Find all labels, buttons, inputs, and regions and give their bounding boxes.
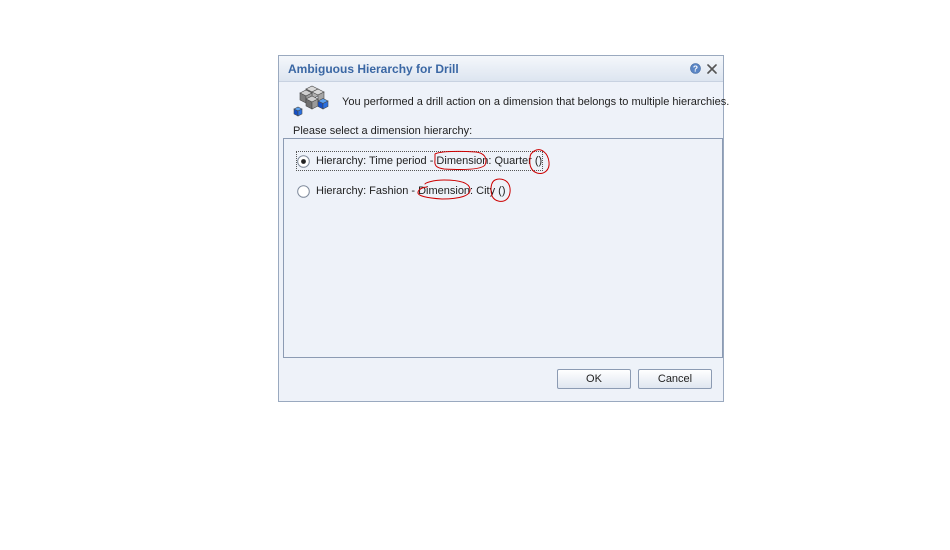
hierarchy-options-list: Hierarchy: Time period - Dimension: Quar… xyxy=(283,138,723,358)
hierarchy-option-label: Hierarchy: Fashion - Dimension: City () xyxy=(316,185,506,197)
red-pen-annotations xyxy=(417,149,550,202)
dialog-titlebar: Ambiguous Hierarchy for Drill ? xyxy=(279,56,723,82)
ambiguous-hierarchy-dialog: Ambiguous Hierarchy for Drill ? You perf… xyxy=(278,55,729,402)
radio-selected-icon[interactable] xyxy=(297,154,310,168)
hierarchy-option-time-period[interactable]: Hierarchy: Time period - Dimension: Quar… xyxy=(295,151,544,171)
dimension-cubes-icon xyxy=(293,85,329,117)
svg-text:?: ? xyxy=(693,64,698,74)
ok-button[interactable]: OK xyxy=(557,369,631,389)
hierarchy-option-fashion[interactable]: Hierarchy: Fashion - Dimension: City () xyxy=(297,182,506,200)
hierarchy-option-label: Hierarchy: Time period - Dimension: Quar… xyxy=(316,155,543,167)
dialog-message: You performed a drill action on a dimens… xyxy=(342,96,730,108)
close-icon[interactable] xyxy=(707,64,717,74)
dialog-title: Ambiguous Hierarchy for Drill xyxy=(288,62,459,76)
page: Ambiguous Hierarchy for Drill ? You perf… xyxy=(0,0,950,550)
radio-unselected-icon[interactable] xyxy=(297,184,310,198)
cancel-button[interactable]: Cancel xyxy=(638,369,712,389)
select-hierarchy-prompt: Please select a dimension hierarchy: xyxy=(293,125,473,137)
help-icon[interactable]: ? xyxy=(690,63,701,74)
